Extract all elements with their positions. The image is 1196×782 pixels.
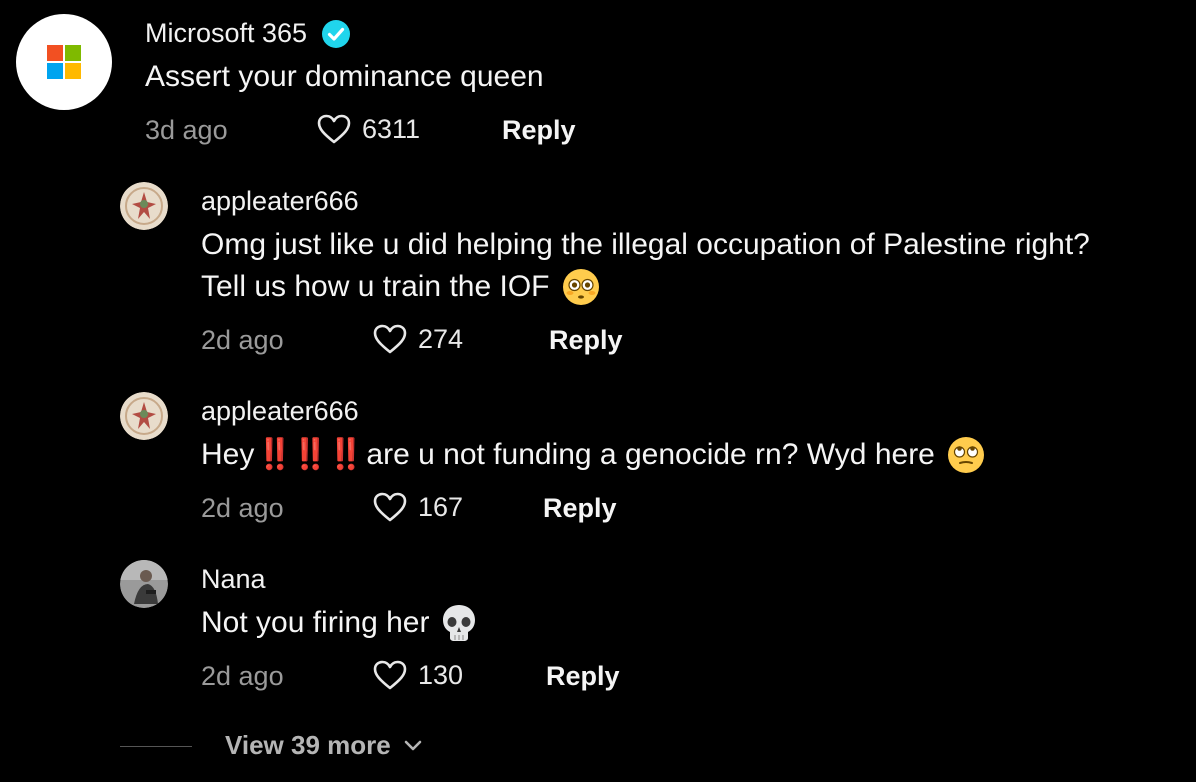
view-more-label: View 39 more	[225, 730, 391, 760]
like-button[interactable]: 167	[372, 491, 463, 523]
comment-header: Microsoft 365	[145, 18, 351, 49]
like-count: 274	[418, 323, 464, 354]
heart-icon	[373, 324, 407, 354]
avatar[interactable]	[120, 392, 168, 440]
username[interactable]: Nana	[201, 564, 266, 595]
like-button[interactable]: 130	[372, 659, 463, 691]
microsoft-avatar[interactable]	[16, 14, 112, 110]
comment-text-row: Not you firing her	[201, 602, 477, 644]
user-avatar-icon	[120, 560, 168, 608]
user-avatar-icon	[120, 392, 168, 440]
reply-button[interactable]: Reply	[543, 493, 617, 524]
reply-button[interactable]: Reply	[549, 325, 623, 356]
comment-time: 2d ago	[201, 325, 284, 355]
chevron-down-icon	[404, 740, 422, 750]
exclamation-emoji: ‼️‼️‼️	[256, 438, 364, 471]
microsoft-logo-icon	[47, 45, 81, 79]
like-count: 6311	[362, 113, 421, 144]
heart-icon	[317, 114, 351, 144]
comment-text: Not you firing her	[201, 606, 430, 639]
comment-time: 2d ago	[201, 661, 284, 691]
comment-text: Assert your dominance queen	[145, 60, 544, 93]
view-more-replies-button[interactable]: View 39 more	[225, 730, 423, 761]
comment-text-line2-row: Tell us how u train the IOF	[201, 266, 600, 308]
like-button[interactable]: 6311	[316, 113, 420, 145]
comment-text-prefix: Hey	[201, 438, 255, 471]
reply-button[interactable]: Reply	[502, 115, 576, 146]
like-count: 167	[418, 491, 464, 522]
reply-button[interactable]: Reply	[546, 661, 620, 692]
username[interactable]: Microsoft 365	[145, 18, 307, 49]
comment-text-line2: Tell us how u train the IOF	[201, 270, 550, 303]
verified-badge-icon	[322, 19, 351, 48]
user-avatar-icon	[120, 182, 168, 230]
comment-time: 2d ago	[201, 493, 284, 523]
username[interactable]: appleater666	[201, 186, 359, 217]
flushed-face-icon	[562, 269, 599, 305]
comment-text-suffix: are u not funding a genocide rn? Wyd her…	[366, 438, 935, 471]
skull-icon	[443, 605, 476, 641]
eye-roll-face-icon	[947, 437, 984, 473]
heart-icon	[373, 660, 407, 690]
username[interactable]: appleater666	[201, 396, 359, 427]
like-button[interactable]: 274	[372, 323, 463, 355]
comment-time: 3d ago	[145, 115, 228, 145]
avatar[interactable]	[120, 560, 168, 608]
comment-text-line1: Omg just like u did helping the illegal …	[201, 228, 1090, 261]
comment-text-row: Hey ‼️‼️‼️ are u not funding a genocide …	[201, 434, 985, 476]
like-count: 130	[418, 659, 464, 690]
heart-icon	[373, 492, 407, 522]
avatar[interactable]	[120, 182, 168, 230]
divider	[120, 746, 192, 747]
